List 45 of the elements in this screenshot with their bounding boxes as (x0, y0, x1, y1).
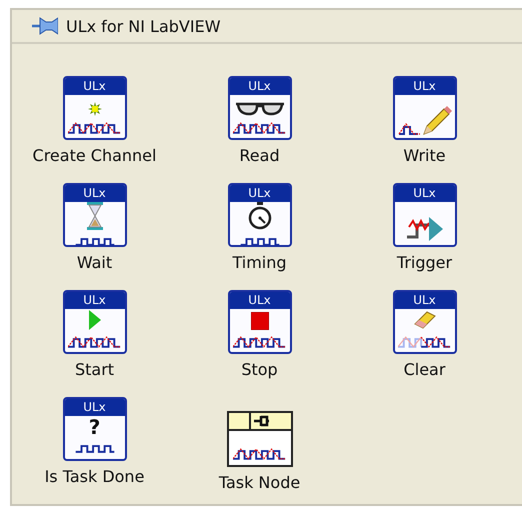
item-label: Start (74, 360, 114, 379)
tile-badge: ULx (64, 185, 124, 202)
hourglass-icon (84, 202, 104, 230)
function-tile[interactable]: ULx (228, 290, 292, 354)
play-icon (88, 310, 100, 330)
item-label: Write (403, 146, 446, 165)
pencil-icon (422, 106, 452, 136)
function-tile[interactable]: ULx (62, 76, 126, 140)
stop-icon (250, 312, 268, 330)
item-label: Create Channel (32, 146, 156, 165)
trigger-arrow-icon (404, 217, 444, 243)
sparkle-icon (88, 102, 102, 116)
tile-badge: ULx (230, 78, 290, 95)
function-tile[interactable]: ULx (392, 183, 456, 247)
item-label: Is Task Done (44, 467, 144, 486)
stopwatch-icon (246, 202, 272, 230)
tile-badge: ULx (64, 78, 124, 95)
glasses-icon (234, 102, 284, 116)
eraser-icon (412, 310, 436, 330)
item-label: Trigger (396, 253, 452, 272)
tile-badge: ULx (64, 292, 124, 309)
function-tile[interactable]: ULx (392, 76, 456, 140)
connector-icon (248, 413, 270, 429)
tile-badge: ULx (394, 185, 454, 202)
tile-badge: ULx (394, 292, 454, 309)
item-label: Timing (232, 253, 287, 272)
question-mark: ? (88, 417, 100, 437)
item-label: Stop (241, 360, 278, 379)
function-tile[interactable]: ULx ? (62, 397, 126, 461)
function-tile[interactable]: ULx (228, 76, 292, 140)
tile-badge: ULx (230, 185, 290, 202)
tile-badge: ULx (230, 292, 290, 309)
palette-title: ULx for NI LabVIEW (66, 16, 221, 36)
item-label: Read (239, 146, 280, 165)
function-tile[interactable]: ULx (392, 290, 456, 354)
pin-icon (32, 17, 58, 35)
item-label: Task Node (218, 473, 300, 492)
item-label: Wait (76, 253, 112, 272)
function-tile[interactable]: ULx (62, 183, 126, 247)
item-label: Clear (404, 360, 446, 379)
task-node-tile[interactable] (226, 411, 292, 467)
function-tile[interactable]: ULx (62, 290, 126, 354)
tile-badge: ULx (394, 78, 454, 95)
function-tile[interactable]: ULx (228, 183, 292, 247)
tile-badge: ULx (64, 399, 124, 416)
